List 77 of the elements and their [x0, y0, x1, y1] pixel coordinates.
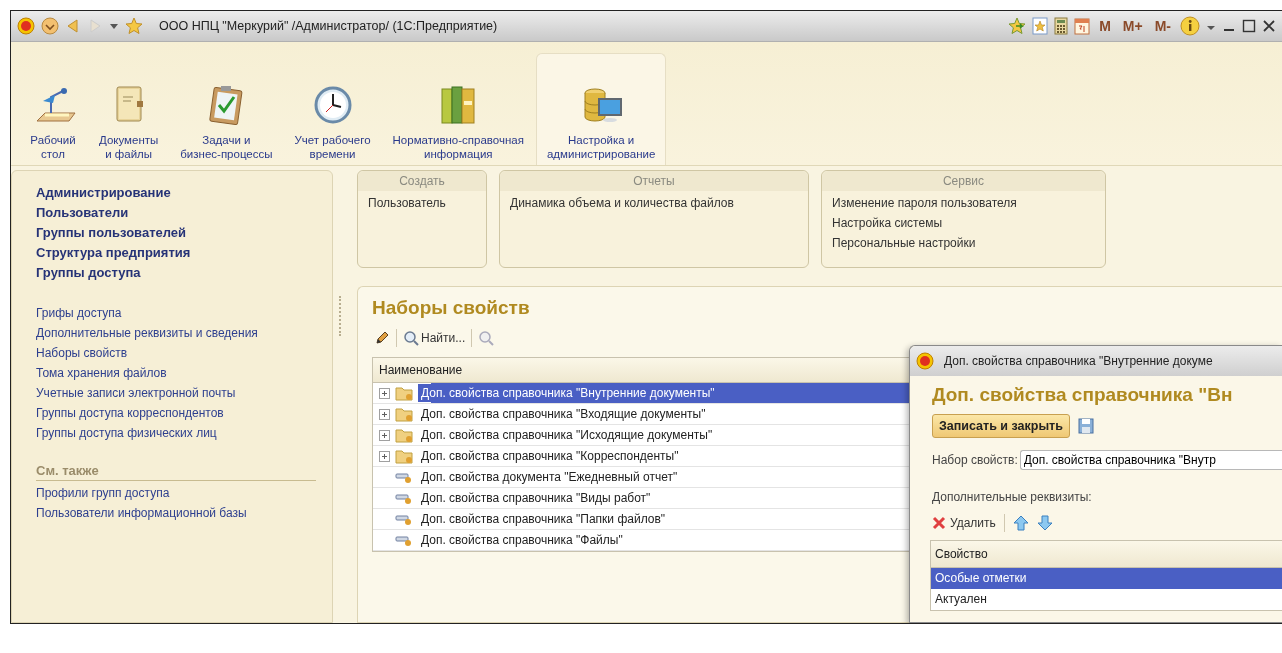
pencil-icon[interactable] — [374, 330, 390, 346]
table-row[interactable]: Актуален — [931, 589, 1282, 610]
section-heading: См. также — [36, 463, 316, 481]
dialog-title: Доп. свойства справочника "Внутренние докуме — [944, 354, 1213, 368]
command-link[interactable]: Персональные настройки — [832, 233, 976, 253]
row-text: Доп. свойства справочника "Папки файлов" — [420, 511, 667, 528]
dropdown-icon[interactable] — [41, 17, 59, 35]
folder-icon — [395, 427, 413, 443]
search-icon — [403, 330, 419, 346]
navigation-link[interactable]: Учетные записи электронной почты — [36, 383, 236, 403]
star-icon[interactable] — [125, 17, 143, 35]
save-and-close-button[interactable]: Записать и закрыть — [932, 414, 1070, 438]
section-tab[interactable]: Учет рабочего времени — [284, 53, 381, 165]
navigation-link[interactable]: Профили групп доступа — [36, 483, 170, 503]
navigation-link[interactable]: Группы доступа — [36, 263, 141, 283]
list-title: Наборы свойств — [372, 297, 531, 319]
navigation-link[interactable]: Структура предприятия — [36, 243, 191, 263]
memory-button[interactable]: M- — [1151, 18, 1174, 34]
navigation-link[interactable]: Группы пользователей — [36, 223, 187, 243]
navigation-link[interactable]: Пользователи информационной базы — [36, 503, 247, 523]
group-title: Сервис — [822, 171, 1105, 191]
delete-icon — [932, 516, 946, 530]
command-link[interactable]: Динамика объема и количества файлов — [510, 193, 734, 213]
save-icon[interactable] — [1077, 418, 1094, 434]
command-link[interactable]: Настройка системы — [832, 213, 943, 233]
row-text: Доп. свойства документа "Ежедневный отчет" — [420, 469, 679, 486]
section-tab[interactable]: Нормативно-справочная информация — [382, 53, 534, 165]
navigation-link[interactable]: Тома хранения файлов — [36, 363, 167, 383]
window-title: ООО НПЦ "Меркурий" /Администратор/ (1С:Предприятие) — [159, 19, 498, 33]
folder-icon — [395, 385, 413, 401]
field-label: Набор свойств: — [932, 453, 1018, 467]
bookmark-star-icon[interactable] — [1032, 17, 1049, 35]
info-icon[interactable] — [1180, 16, 1200, 36]
maximize-icon[interactable] — [1242, 19, 1256, 33]
property-set-field[interactable]: Доп. свойства справочника "Внутр — [1019, 450, 1282, 470]
folder-icon — [395, 406, 413, 422]
row-text: Доп. свойства справочника "Входящие документы" — [420, 406, 707, 423]
navigation-link[interactable]: Грифы доступа — [36, 303, 122, 323]
folder-icon — [395, 448, 413, 464]
group-title: Отчеты — [500, 171, 808, 191]
expand-icon[interactable] — [379, 408, 390, 420]
logo-icon[interactable] — [17, 17, 35, 35]
row-text: Доп. свойства справочника "Файлы" — [420, 532, 624, 549]
section-tab[interactable]: Документы и файлы — [89, 53, 169, 165]
row-text: Доп. свойства справочника "Виды работ" — [420, 490, 652, 507]
expand-icon[interactable] — [379, 387, 390, 399]
expand-icon[interactable] — [379, 429, 390, 441]
section-tab[interactable]: Рабочий стол — [19, 53, 87, 165]
delete-button[interactable]: Удалить — [932, 516, 996, 530]
row-text: Доп. свойства справочника "Корреспонденты" — [420, 448, 680, 465]
calculator-icon[interactable] — [1054, 17, 1069, 35]
navigation-link[interactable]: Пользователи — [36, 203, 129, 223]
move-down-icon[interactable] — [1036, 515, 1053, 531]
column-header[interactable]: Свойство — [931, 541, 1282, 568]
navigation-link[interactable]: Группы доступа физических лиц — [36, 423, 217, 443]
command-link[interactable]: Изменение пароля пользователя — [832, 193, 1017, 213]
close-icon[interactable] — [1262, 19, 1276, 33]
section-tab[interactable]: Настройка и администрирование — [535, 53, 667, 165]
section-label: Дополнительные реквизиты: — [932, 490, 1093, 504]
expand-icon[interactable] — [379, 450, 390, 462]
form-heading: Доп. свойства справочника "Вн — [932, 384, 1234, 406]
row-text: Доп. свойства справочника "Исходящие документы" — [420, 427, 714, 444]
find-button[interactable]: Найти... — [403, 330, 466, 346]
calendar-icon[interactable] — [1074, 17, 1091, 35]
navigation-link[interactable]: Группы доступа корреспондентов — [36, 403, 224, 423]
memory-button[interactable]: M — [1096, 18, 1114, 34]
star-arrow-icon[interactable] — [1008, 17, 1027, 35]
command-link[interactable]: Пользователь — [368, 193, 446, 213]
navigation-link[interactable]: Наборы свойств — [36, 343, 127, 363]
move-up-icon[interactable] — [1012, 515, 1029, 531]
group-title: Создать — [358, 171, 486, 191]
memory-button[interactable]: M+ — [1119, 18, 1146, 34]
table-row[interactable]: Особые отметки — [931, 568, 1282, 589]
logo-icon[interactable] — [916, 352, 934, 370]
section-tab[interactable]: Задачи и бизнес-процессы — [170, 53, 283, 165]
navigation-link[interactable]: Дополнительные реквизиты и сведения — [36, 323, 258, 343]
navigation-link[interactable]: Администрирование — [36, 183, 171, 203]
